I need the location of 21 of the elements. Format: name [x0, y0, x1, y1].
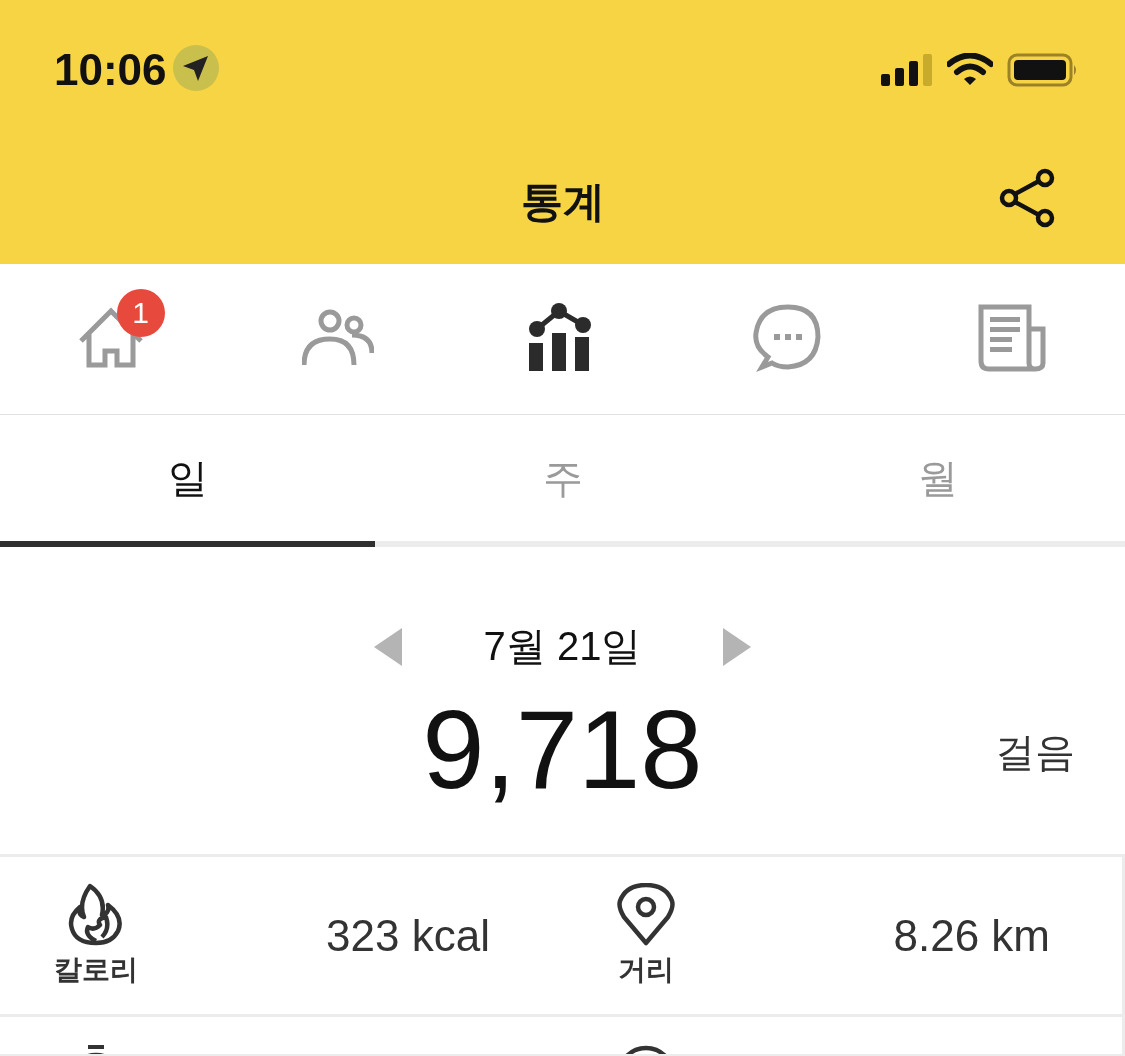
- previous-day-button[interactable]: [373, 627, 404, 666]
- status-time: 10:06: [54, 45, 167, 95]
- period-tab[interactable]: 주: [375, 415, 750, 547]
- stat-value: 8.26 km: [893, 910, 1050, 961]
- signal-icon: [881, 54, 933, 86]
- nav-tab[interactable]: 1: [0, 264, 225, 414]
- next-day-button[interactable]: [721, 627, 752, 666]
- map-pin-icon: [616, 882, 676, 947]
- wifi-icon: [947, 53, 993, 87]
- period-tab[interactable]: 일: [0, 415, 375, 547]
- battery-icon: [1007, 53, 1079, 87]
- page-title: 통계: [520, 177, 605, 227]
- period-tab[interactable]: 월: [750, 415, 1125, 547]
- stat-label: 거리: [618, 952, 674, 987]
- stat-label: 칼로리: [54, 952, 138, 987]
- notification-badge: 1: [116, 289, 165, 337]
- stat-value: 323 kcal: [326, 910, 490, 961]
- steps-unit: 걸음: [995, 729, 1075, 776]
- date-label: 7월 21일: [483, 623, 642, 670]
- step-count: 9,718: [422, 687, 703, 812]
- newspaper-icon: [976, 303, 1049, 375]
